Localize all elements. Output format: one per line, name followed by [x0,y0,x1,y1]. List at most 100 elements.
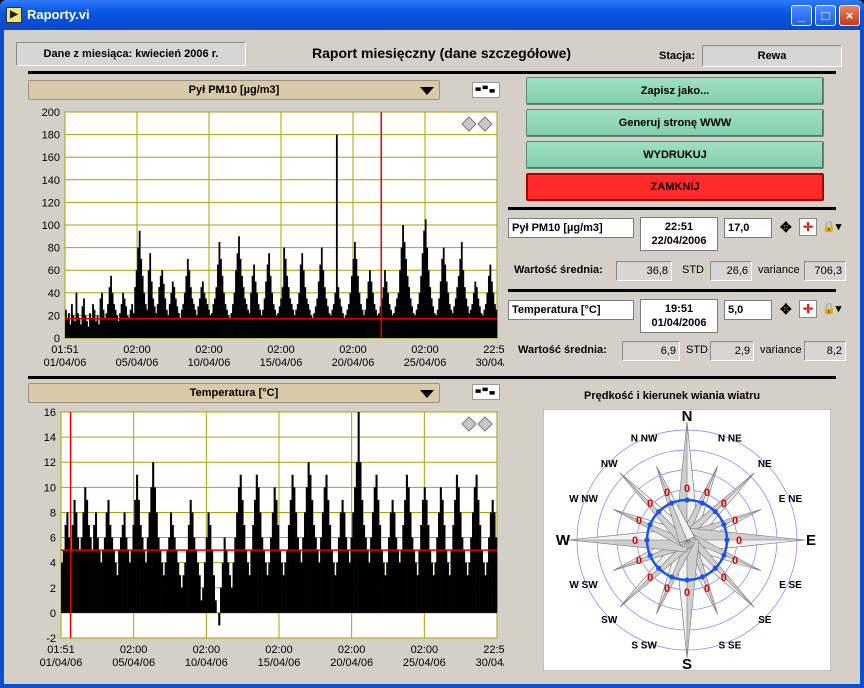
month-indicator: Dane z miesiąca: kwiecień 2006 r. [16,42,246,66]
x-tick-time: 02:00 [411,644,439,656]
move-cursor-icon[interactable]: ✥ [780,301,792,317]
divider [28,376,836,379]
pm10-channel-selector[interactable]: Pył PM10 [µg/m3] [28,80,440,100]
y-tick-label: 20 [48,310,60,322]
maximize-button[interactable]: □ [815,5,836,26]
direction-value: 0 [636,515,642,527]
data-bar [280,562,283,613]
report-title: Raport miesięczny (dane szczegółowe) [312,45,572,61]
data-bar [164,562,167,613]
cursor1-time: 22:51 [664,221,694,233]
data-bar [329,525,332,613]
direction-value: 0 [684,587,690,599]
direction-value: 0 [647,498,653,510]
pm10-chart[interactable]: 02040608010012014016018020001:5101/04/06… [4,104,504,374]
data-bar [112,550,115,613]
data-bar [350,537,353,613]
data-bar [209,525,212,613]
close-window-button[interactable]: × [839,5,860,26]
data-bar [486,562,489,613]
direction-value: 0 [647,572,653,584]
data-bar [245,550,248,613]
data-bar [155,512,158,613]
y-tick-label: 4 [50,558,56,570]
y-tick-label: 140 [42,175,60,187]
lock-cursor-icon[interactable]: 🔒▾ [822,301,841,317]
data-bar [477,499,480,613]
data-bar [128,562,131,613]
y-tick-label: 16 [44,407,56,419]
cursor1-name[interactable]: Pył PM10 [µg/m3] [508,218,634,238]
data-bar [389,512,392,613]
move-cursor-icon[interactable]: ✥ [780,219,792,235]
plot-legend-icon[interactable] [472,384,500,400]
temperature-chart[interactable]: -2024681012141601:5101/04/0602:0005/04/0… [4,406,504,682]
data-bar [119,537,123,613]
data-bar [241,499,244,613]
data-bar [187,525,190,613]
generate-www-button[interactable]: Generuj stronę WWW [526,109,824,137]
y-tick-label: 0 [50,608,56,620]
cursor1-std: 26,6 [710,261,752,281]
direction-label: SE [758,615,772,626]
divider [508,289,836,292]
data-bar [366,550,369,613]
cursor1-value[interactable]: 17,0 [724,218,772,238]
cursor-style-icon[interactable]: ✛ [799,300,817,318]
data-bar [62,550,65,613]
data-bar [282,575,285,613]
data-bar [91,550,94,613]
data-bar [100,562,103,613]
data-bar [346,550,349,613]
x-tick-date: 15/04/06 [258,657,301,669]
cursor2-name[interactable]: Temperatura [°C] [508,300,634,320]
data-bar [464,562,467,613]
y-tick-label: 60 [48,265,60,277]
variance-label: variance [760,344,802,356]
speed-point [721,522,727,528]
data-bar [434,562,437,613]
y-tick-label: 10 [44,482,56,494]
data-bar [368,562,371,613]
data-bar [364,537,367,613]
data-bar [479,525,482,613]
save-as-button[interactable]: Zapisz jako... [526,77,824,105]
close-app-button[interactable]: ZAMKNIJ [526,173,824,201]
direction-label: S SW [631,640,657,651]
x-tick-date: 25/04/06 [404,357,447,369]
data-bar [427,525,430,613]
print-button[interactable]: WYDRUKUJ [526,141,824,169]
data-bar [470,537,473,613]
cursor-style-icon[interactable]: ✛ [799,218,817,236]
data-bar [357,412,360,613]
x-tick-time: 01:51 [51,344,79,356]
data-bar [193,537,196,613]
cursor2-value[interactable]: 5,0 [724,300,772,320]
speed-point [721,552,727,558]
divider [508,207,836,210]
lock-cursor-icon[interactable]: 🔒▾ [822,219,841,235]
data-bar [186,550,189,613]
data-bar [409,512,412,613]
data-bar [157,537,160,613]
data-bar [432,575,435,613]
data-bar [262,550,266,613]
data-bar [125,537,128,613]
std-label: STD [682,264,704,276]
data-bar [87,525,90,613]
data-bar [404,499,407,613]
minimize-button[interactable]: _ [791,5,812,26]
data-bar [480,550,484,613]
data-bar [230,587,233,613]
data-bar [166,550,169,613]
data-bar [341,499,344,613]
data-bar [102,550,105,613]
title-bar[interactable]: ▶ Raporty.vi _ □ × [0,0,864,30]
speed-point [712,565,718,571]
x-tick-date: 10/04/06 [188,357,231,369]
temperature-channel-selector[interactable]: Temperatura [°C] [28,383,440,403]
cursor1-date: 22/04/2006 [651,235,707,247]
plot-legend-icon[interactable] [472,82,500,98]
x-tick-time: 02:00 [338,644,366,656]
speed-point [647,552,653,558]
